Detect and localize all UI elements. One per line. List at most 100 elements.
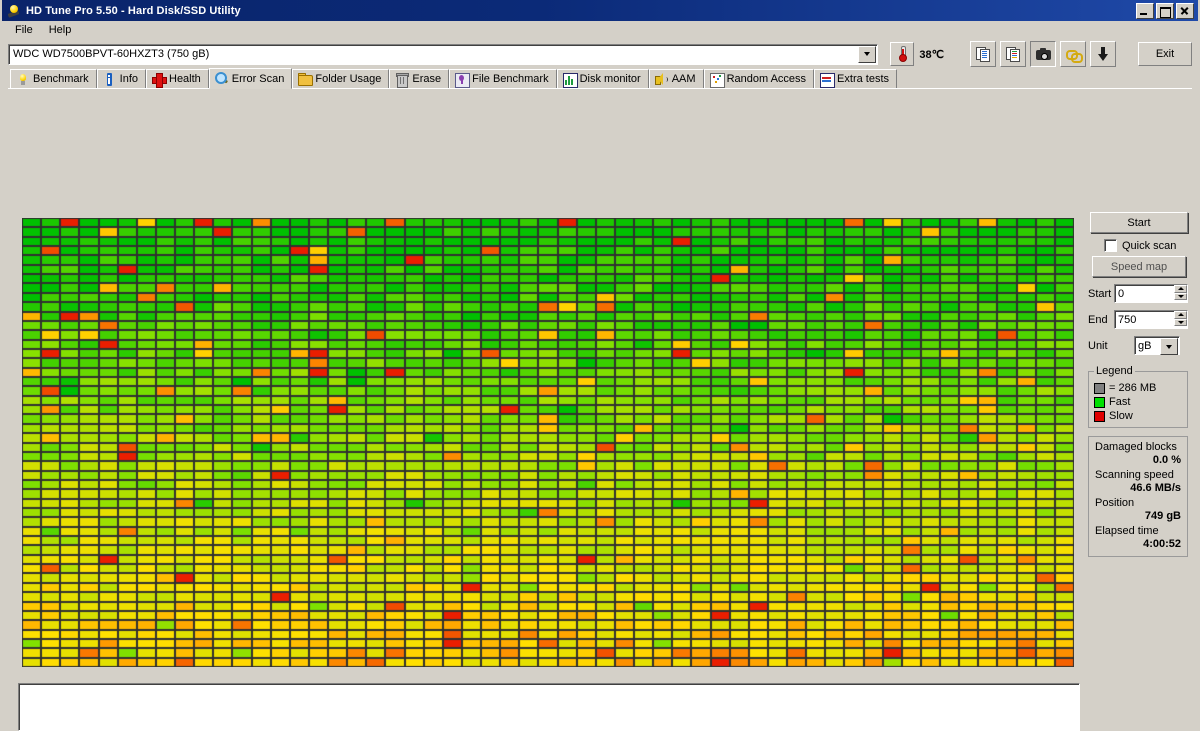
thermometer-icon[interactable]: [890, 42, 914, 66]
start-stepper-up[interactable]: [1174, 285, 1187, 293]
copy-color-icon: [1006, 47, 1021, 62]
start-input[interactable]: 0: [1114, 284, 1188, 303]
file-benchmark-icon: [455, 73, 468, 86]
window-buttons: [1136, 3, 1196, 19]
start-button[interactable]: Start: [1090, 212, 1188, 233]
chevron-down-icon[interactable]: [1160, 338, 1178, 355]
toolbar-buttons: [970, 41, 1116, 67]
menu-item-help[interactable]: Help: [42, 23, 79, 37]
end-input[interactable]: 750: [1114, 310, 1188, 329]
legend-title: Legend: [1094, 365, 1135, 377]
tab-label: Health: [169, 73, 201, 85]
legend-fast-label: Fast: [1109, 396, 1130, 408]
folder-icon: [298, 73, 311, 86]
exit-button[interactable]: Exit: [1138, 42, 1192, 66]
extra-tests-icon: [820, 73, 833, 86]
menu-item-file[interactable]: File: [8, 23, 40, 37]
tab-label: Erase: [412, 73, 441, 85]
elapsed-time-value: 4:00:52: [1095, 538, 1181, 550]
tab-label: AAM: [672, 73, 696, 85]
log-textarea[interactable]: [18, 683, 1080, 731]
legend-slow-swatch: [1094, 411, 1105, 422]
damaged-blocks-value: 0.0 %: [1095, 454, 1181, 466]
unit-field-label: Unit: [1088, 340, 1114, 352]
tab-label: File Benchmark: [472, 73, 548, 85]
tab-label: Benchmark: [33, 73, 89, 85]
legend-block-size-row: = 286 MB: [1094, 382, 1182, 394]
end-stepper[interactable]: [1174, 311, 1187, 326]
start-input-value: 0: [1115, 288, 1124, 300]
red-cross-icon: [152, 73, 165, 86]
block-map-canvas[interactable]: [22, 218, 1074, 667]
speed-map-button[interactable]: Speed map: [1092, 256, 1186, 277]
scanning-speed-label: Scanning speed: [1095, 469, 1181, 481]
scanning-speed-value: 46.6 MB/s: [1095, 482, 1181, 494]
quick-scan-checkbox[interactable]: [1104, 239, 1117, 252]
tab-file-benchmark[interactable]: File Benchmark: [449, 69, 556, 89]
close-button[interactable]: [1176, 3, 1194, 19]
tab-info[interactable]: Info: [97, 69, 146, 89]
link-button[interactable]: [1060, 41, 1086, 67]
title-bar: HD Tune Pro 5.50 - Hard Disk/SSD Utility: [2, 0, 1198, 21]
tab-extra-tests[interactable]: Extra tests: [814, 69, 897, 89]
block-map[interactable]: [22, 218, 1074, 667]
damaged-blocks-label: Damaged blocks: [1095, 441, 1181, 453]
chevron-down-icon[interactable]: [858, 46, 876, 63]
tab-label: Folder Usage: [315, 73, 381, 85]
menu-bar: File Help: [2, 21, 1198, 39]
temperature-value: 38℃: [919, 48, 944, 61]
copy-color-button[interactable]: [1000, 41, 1026, 67]
tab-health[interactable]: Health: [146, 69, 209, 89]
tab-label: Error Scan: [232, 73, 285, 85]
tab-label: Info: [120, 73, 138, 85]
end-field-row: End 750: [1088, 310, 1188, 329]
lightbulb-icon: [16, 73, 29, 86]
unit-field-row: Unit gB: [1088, 336, 1188, 355]
tab-bar: Benchmark Info Health Error Scan Folder …: [2, 69, 1198, 89]
tab-random-access[interactable]: Random Access: [704, 69, 814, 89]
start-stepper[interactable]: [1174, 285, 1187, 300]
window-title: HD Tune Pro 5.50 - Hard Disk/SSD Utility: [26, 5, 241, 17]
tab-folder-usage[interactable]: Folder Usage: [292, 69, 389, 89]
screenshot-icon: [1036, 48, 1051, 60]
screenshot-button[interactable]: [1030, 41, 1056, 67]
legend-fast-swatch: [1094, 397, 1105, 408]
tab-error-scan[interactable]: Error Scan: [209, 68, 293, 89]
toolbar: WDC WD7500BPVT-60HXZT3 (750 gB) 38℃: [2, 39, 1198, 69]
tab-erase[interactable]: Erase: [389, 69, 449, 89]
link-icon: [1066, 48, 1081, 61]
copy-button[interactable]: [970, 41, 996, 67]
scan-controls: Start Quick scan Speed map Start 0 End: [1088, 212, 1188, 557]
start-field-row: Start 0: [1088, 284, 1188, 303]
maximize-button[interactable]: [1156, 3, 1174, 19]
download-button[interactable]: [1090, 41, 1116, 67]
start-stepper-down[interactable]: [1174, 293, 1187, 301]
legend-slow-row: Slow: [1094, 410, 1182, 422]
legend-group: Legend = 286 MB Fast Slow: [1088, 365, 1188, 428]
elapsed-time-label: Elapsed time: [1095, 525, 1181, 537]
start-field-label: Start: [1088, 288, 1114, 300]
legend-block-size-label: = 286 MB: [1109, 382, 1156, 394]
download-icon: [1098, 47, 1109, 61]
position-label: Position: [1095, 497, 1181, 509]
tab-aam[interactable]: AAM: [649, 69, 704, 89]
bar-chart-icon: [563, 73, 576, 86]
app-icon: [6, 3, 22, 19]
tab-label: Disk monitor: [580, 73, 641, 85]
speaker-icon: [655, 73, 668, 86]
drive-select[interactable]: WDC WD7500BPVT-60HXZT3 (750 gB): [8, 44, 878, 65]
end-stepper-up[interactable]: [1174, 311, 1187, 319]
quick-scan-row[interactable]: Quick scan: [1104, 239, 1188, 252]
tab-benchmark[interactable]: Benchmark: [10, 69, 97, 89]
temperature-indicator: 38℃: [890, 42, 944, 66]
end-field-label: End: [1088, 314, 1114, 326]
unit-select[interactable]: gB: [1134, 336, 1180, 355]
minimize-button[interactable]: [1136, 3, 1154, 19]
tab-label: Random Access: [727, 73, 806, 85]
content-area: Start Quick scan Speed map Start 0 End: [2, 89, 1198, 576]
tab-disk-monitor[interactable]: Disk monitor: [557, 69, 649, 89]
copy-icon: [976, 47, 991, 62]
tab-label: Extra tests: [837, 73, 889, 85]
legend-fast-row: Fast: [1094, 396, 1182, 408]
end-stepper-down[interactable]: [1174, 319, 1187, 327]
